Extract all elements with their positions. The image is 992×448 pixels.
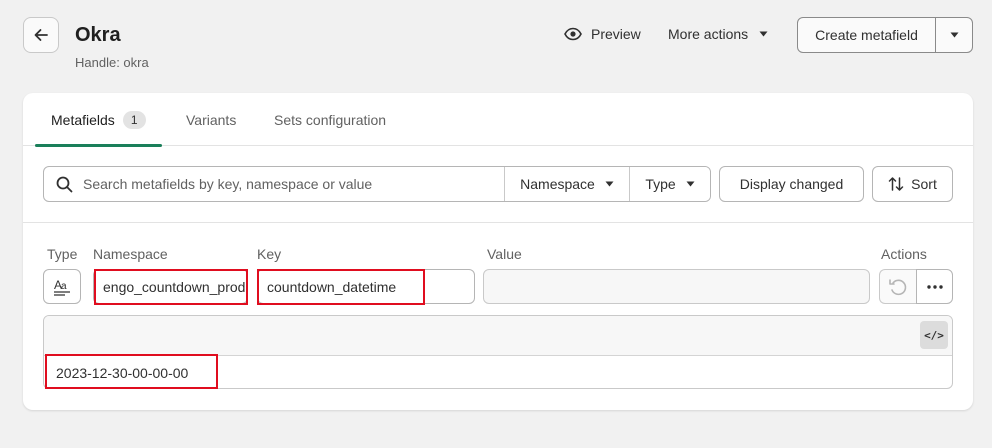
tab-count-badge: 1: [122, 110, 146, 129]
undo-button[interactable]: [879, 269, 916, 304]
more-options-button[interactable]: [916, 269, 953, 304]
display-changed-button[interactable]: Display changed: [719, 166, 864, 202]
search-filter-group: Namespace Type: [43, 166, 711, 202]
svg-text:a: a: [61, 281, 67, 292]
column-actions: Actions: [881, 246, 927, 262]
column-value: Value: [487, 246, 522, 262]
text-type-icon: A a: [54, 278, 70, 296]
create-metafield-button[interactable]: Create metafield: [798, 18, 936, 52]
tab-label: Metafields: [51, 111, 115, 128]
arrow-left-icon: [34, 29, 48, 41]
sort-label: Sort: [911, 176, 937, 192]
more-actions-label: More actions: [668, 26, 749, 42]
caret-down-icon: [605, 181, 614, 187]
preview-label: Preview: [591, 26, 641, 42]
tab-bar: Metafields 1 Variants Sets configuration: [23, 93, 973, 147]
tab-metafields[interactable]: Metafields 1: [35, 93, 162, 147]
create-metafield-group: Create metafield: [797, 17, 973, 53]
tab-sets-configuration[interactable]: Sets configuration: [274, 93, 386, 146]
value-editor: </> 2023-12-30-00-00-00: [43, 315, 953, 389]
ellipsis-icon: [926, 284, 943, 289]
namespace-input[interactable]: engo_countdown_product: [93, 269, 248, 304]
type-filter-button[interactable]: Type: [630, 167, 710, 201]
editor-value-text[interactable]: 2023-12-30-00-00-00: [56, 365, 188, 381]
tab-variants[interactable]: Variants: [186, 93, 236, 146]
page-title: Okra: [75, 24, 121, 46]
value-input[interactable]: [483, 269, 870, 304]
create-options-button[interactable]: [936, 18, 972, 52]
preview-button[interactable]: Preview: [564, 26, 641, 42]
caret-down-icon: [950, 32, 958, 38]
back-button[interactable]: [23, 17, 59, 53]
more-actions-button[interactable]: More actions: [668, 26, 768, 42]
namespace-filter-label: Namespace: [520, 176, 595, 192]
caret-down-icon: [686, 181, 695, 187]
column-namespace: Namespace: [93, 246, 168, 262]
column-key: Key: [257, 246, 282, 262]
key-input[interactable]: countdown_datetime: [257, 269, 475, 304]
sort-icon: [888, 177, 904, 191]
eye-icon: [564, 27, 582, 41]
namespace-filter-button[interactable]: Namespace: [505, 167, 630, 201]
search-icon: [56, 176, 73, 192]
text-type-button[interactable]: A a: [43, 269, 81, 304]
product-handle: Handle: okra: [75, 55, 149, 70]
metafields-card: Metafields 1 Variants Sets configuration…: [23, 93, 973, 410]
code-view-button[interactable]: </>: [920, 321, 948, 349]
editor-toolbar: </>: [44, 316, 952, 356]
search-input[interactable]: [83, 176, 493, 192]
undo-icon: [889, 278, 907, 295]
search-field: [44, 167, 505, 201]
sort-button[interactable]: Sort: [872, 166, 953, 202]
filter-bar: Namespace Type Display changed Sort: [23, 146, 973, 223]
type-filter-label: Type: [645, 176, 676, 192]
code-icon: </>: [924, 328, 944, 342]
caret-down-icon: [759, 31, 768, 37]
column-type: Type: [47, 246, 78, 262]
